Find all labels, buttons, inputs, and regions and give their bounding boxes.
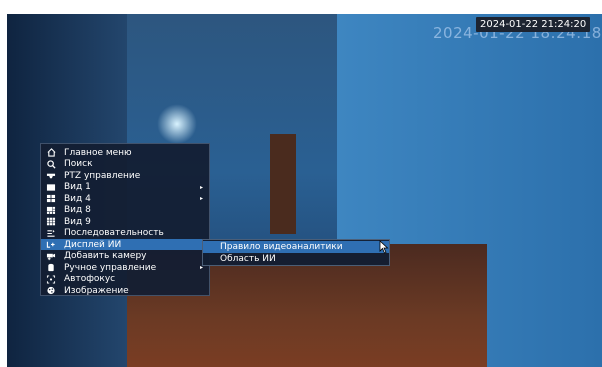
submenu-item-label: Правило видеоаналитики <box>220 241 343 252</box>
menu-item-label: Добавить камеру <box>64 251 147 261</box>
menu-item-ai-display[interactable]: Дисплей ИИ <box>41 239 209 250</box>
context-menu: Главное меню Поиск PTZ управление Вид 1 … <box>40 143 210 296</box>
menu-item-image[interactable]: Изображение <box>41 285 209 296</box>
add-camera-icon <box>46 251 56 261</box>
submenu-item-video-analytics-rule[interactable]: Правило видеоаналитики <box>203 240 389 253</box>
chevron-right-icon: ▸ <box>199 183 203 191</box>
menu-item-label: Ручное управление <box>64 262 157 273</box>
menu-item-label: Дисплей ИИ <box>64 239 122 250</box>
menu-item-label: Вид 4 <box>64 193 91 204</box>
view4-icon <box>46 194 56 204</box>
home-icon <box>46 148 56 158</box>
mouse-cursor-icon <box>379 240 389 254</box>
view1-icon <box>46 182 56 192</box>
manual-control-icon <box>46 263 56 273</box>
view9-icon <box>46 217 56 227</box>
menu-item-label: PTZ управление <box>64 170 141 181</box>
menu-item-label: Поиск <box>64 159 93 169</box>
menu-item-label: Вид 1 <box>64 182 91 192</box>
video-door <box>270 134 296 234</box>
timestamp-overlay: 2024-01-22 21:24:20 <box>476 17 591 32</box>
image-icon <box>46 286 56 296</box>
ptz-icon <box>46 171 56 181</box>
menu-item-view-9[interactable]: Вид 9 <box>41 216 209 227</box>
menu-item-search[interactable]: Поиск <box>41 159 209 170</box>
menu-item-ptz-control[interactable]: PTZ управление <box>41 170 209 181</box>
screen: 2024-01-22 18:24:18 2024-01-22 21:24:20 … <box>0 0 602 367</box>
autofocus-icon <box>46 274 56 284</box>
submenu-item-label: Область ИИ <box>220 253 276 264</box>
menu-item-view-1[interactable]: Вид 1 ▸ <box>41 182 209 193</box>
menu-item-manual-control[interactable]: Ручное управление ▸ <box>41 262 209 273</box>
menu-item-add-camera[interactable]: Добавить камеру <box>41 251 209 262</box>
ai-display-submenu: Правило видеоаналитики Область ИИ <box>202 239 390 266</box>
search-icon <box>46 159 56 169</box>
view8-icon <box>46 205 56 215</box>
chevron-right-icon: ▸ <box>199 195 203 202</box>
video-ceiling-light <box>157 104 197 144</box>
menu-item-label: Главное меню <box>64 147 132 158</box>
submenu-item-ai-area[interactable]: Область ИИ <box>203 253 389 265</box>
menu-item-label: Изображение <box>64 285 129 296</box>
menu-item-main-menu[interactable]: Главное меню <box>41 147 209 158</box>
menu-item-autofocus[interactable]: Автофокус <box>41 274 209 285</box>
menu-item-view-8[interactable]: Вид 8 <box>41 205 209 216</box>
menu-item-label: Вид 8 <box>64 205 91 215</box>
menu-item-label: Последовательность <box>64 228 164 238</box>
menu-item-sequence[interactable]: Последовательность <box>41 228 209 239</box>
menu-item-view-4[interactable]: Вид 4 ▸ <box>41 193 209 204</box>
sequence-icon <box>46 228 56 238</box>
menu-item-label: Автофокус <box>64 274 116 284</box>
menu-item-label: Вид 9 <box>64 216 91 227</box>
ai-display-icon <box>46 240 56 250</box>
